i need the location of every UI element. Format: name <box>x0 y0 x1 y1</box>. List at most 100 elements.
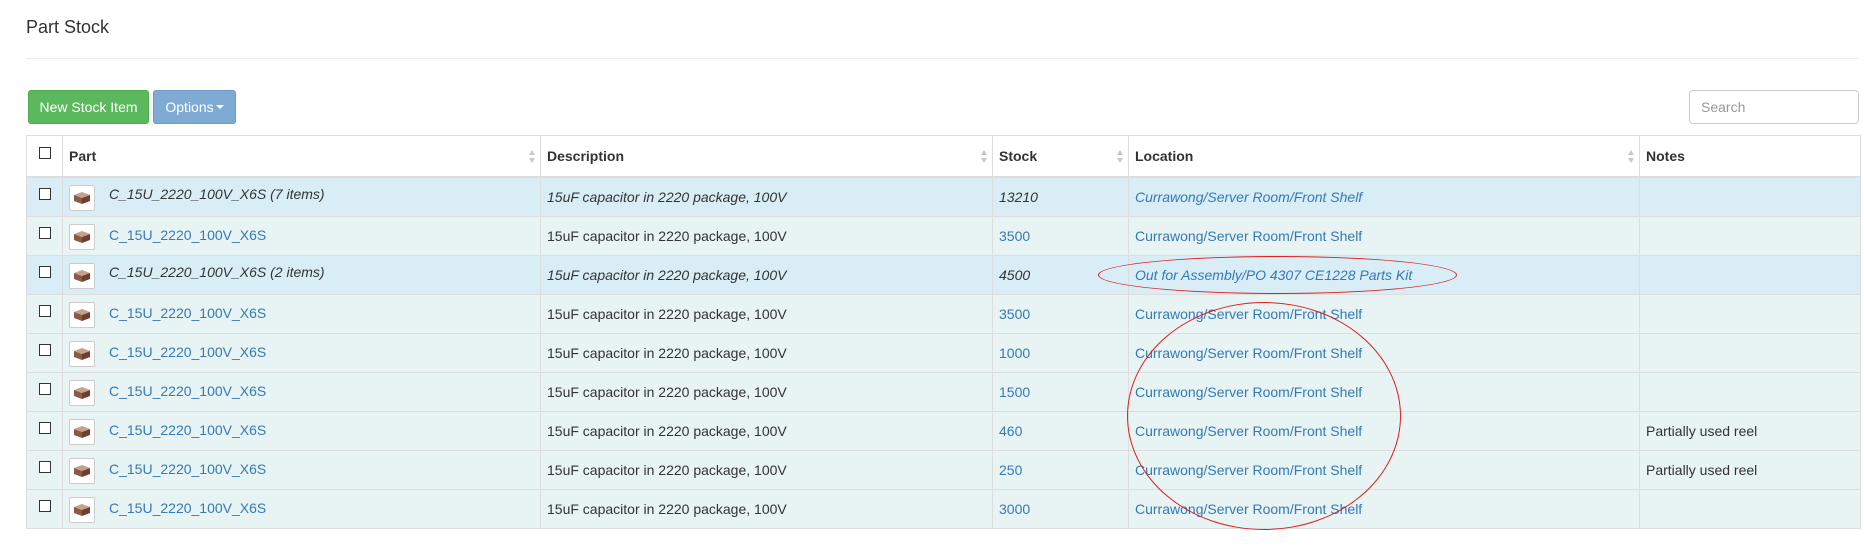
description-cell: 15uF capacitor in 2220 package, 100V <box>540 450 993 490</box>
description-cell: 15uF capacitor in 2220 package, 100V <box>540 255 993 295</box>
stock-cell: 1000 <box>992 333 1129 373</box>
part-cell: C_15U_2220_100V_X6S (7 items) <box>62 176 541 217</box>
stock-link[interactable]: 3500 <box>999 228 1030 244</box>
table-row: C_15U_2220_100V_X6S 15uF capacitor in 22… <box>26 489 1861 529</box>
part-cell: C_15U_2220_100V_X6S <box>62 333 541 373</box>
part-link[interactable]: C_15U_2220_100V_X6S <box>109 422 266 438</box>
table-row: C_15U_2220_100V_X6S 15uF capacitor in 22… <box>26 450 1861 490</box>
row-checkbox[interactable] <box>38 422 51 434</box>
column-label-stock: Stock <box>999 148 1038 164</box>
part-link[interactable]: C_15U_2220_100V_X6S <box>109 344 266 360</box>
row-checkbox[interactable] <box>38 344 51 356</box>
stock-table: Part Description Stock Location Notes C_… <box>26 135 1861 529</box>
table-row: C_15U_2220_100V_X6S 15uF capacitor in 22… <box>26 294 1861 334</box>
stock-link[interactable]: 3000 <box>999 501 1030 517</box>
row-select-cell <box>26 411 63 451</box>
notes-cell <box>1639 294 1861 334</box>
description-cell: 15uF capacitor in 2220 package, 100V <box>540 216 993 256</box>
column-label-notes: Notes <box>1646 148 1685 164</box>
row-checkbox[interactable] <box>38 500 51 512</box>
row-select-cell <box>26 255 63 295</box>
new-stock-item-label: New Stock Item <box>39 99 138 115</box>
description-text: 15uF capacitor in 2220 package, 100V <box>547 189 787 205</box>
stock-link[interactable]: 460 <box>999 423 1022 439</box>
column-header-part[interactable]: Part <box>62 135 541 178</box>
table-row: C_15U_2220_100V_X6S 15uF capacitor in 22… <box>26 411 1861 451</box>
select-all-checkbox[interactable] <box>38 147 51 159</box>
location-cell: Currawong/Server Room/Front Shelf <box>1128 372 1640 412</box>
stock-cell: 1500 <box>992 372 1129 412</box>
part-name: C_15U_2220_100V_X6S (7 items) <box>109 186 325 202</box>
part-thumbnail-icon <box>69 263 95 289</box>
stock-cell: 460 <box>992 411 1129 451</box>
description-cell: 15uF capacitor in 2220 package, 100V <box>540 294 993 334</box>
row-checkbox[interactable] <box>38 266 51 278</box>
location-cell: Out for Assembly/PO 4307 CE1228 Parts Ki… <box>1128 255 1640 295</box>
stock-link[interactable]: 1000 <box>999 345 1030 361</box>
stock-link[interactable]: 3500 <box>999 306 1030 322</box>
part-thumbnail-icon <box>69 497 95 523</box>
row-select-cell <box>26 294 63 334</box>
location-link[interactable]: Currawong/Server Room/Front Shelf <box>1135 501 1362 517</box>
location-link[interactable]: Out for Assembly/PO 4307 CE1228 Parts Ki… <box>1135 267 1412 283</box>
part-thumbnail-icon <box>69 185 95 211</box>
part-link[interactable]: C_15U_2220_100V_X6S <box>109 500 266 516</box>
row-select-cell <box>26 216 63 256</box>
part-link[interactable]: C_15U_2220_100V_X6S <box>109 305 266 321</box>
description-text: 15uF capacitor in 2220 package, 100V <box>547 228 787 244</box>
sort-icon <box>1628 150 1634 163</box>
part-link[interactable]: C_15U_2220_100V_X6S <box>109 383 266 399</box>
column-header-location[interactable]: Location <box>1128 135 1640 178</box>
table-row: C_15U_2220_100V_X6S 15uF capacitor in 22… <box>26 216 1861 256</box>
stock-link[interactable]: 250 <box>999 462 1022 478</box>
notes-cell <box>1639 372 1861 412</box>
notes-cell <box>1639 489 1861 529</box>
location-cell: Currawong/Server Room/Front Shelf <box>1128 294 1640 334</box>
row-checkbox[interactable] <box>38 227 51 239</box>
notes-cell <box>1639 255 1861 295</box>
part-link[interactable]: C_15U_2220_100V_X6S <box>109 227 266 243</box>
options-dropdown-button[interactable]: Options <box>153 90 236 124</box>
search-input[interactable] <box>1689 90 1859 124</box>
location-link[interactable]: Currawong/Server Room/Front Shelf <box>1135 228 1362 244</box>
part-thumbnail-icon <box>69 302 95 328</box>
part-thumbnail-icon <box>69 419 95 445</box>
location-link[interactable]: Currawong/Server Room/Front Shelf <box>1135 189 1362 205</box>
part-cell: C_15U_2220_100V_X6S <box>62 411 541 451</box>
description-cell: 15uF capacitor in 2220 package, 100V <box>540 489 993 529</box>
location-link[interactable]: Currawong/Server Room/Front Shelf <box>1135 384 1362 400</box>
row-select-cell <box>26 333 63 373</box>
location-cell: Currawong/Server Room/Front Shelf <box>1128 450 1640 490</box>
location-link[interactable]: Currawong/Server Room/Front Shelf <box>1135 306 1362 322</box>
description-text: 15uF capacitor in 2220 package, 100V <box>547 384 787 400</box>
part-cell: C_15U_2220_100V_X6S <box>62 294 541 334</box>
location-cell: Currawong/Server Room/Front Shelf <box>1128 216 1640 256</box>
column-header-notes: Notes <box>1639 135 1861 178</box>
notes-cell <box>1639 333 1861 373</box>
column-header-stock[interactable]: Stock <box>992 135 1129 178</box>
part-cell: C_15U_2220_100V_X6S <box>62 216 541 256</box>
location-cell: Currawong/Server Room/Front Shelf <box>1128 333 1640 373</box>
stock-link[interactable]: 1500 <box>999 384 1030 400</box>
new-stock-item-button[interactable]: New Stock Item <box>28 90 149 124</box>
description-text: 15uF capacitor in 2220 package, 100V <box>547 423 787 439</box>
row-checkbox[interactable] <box>38 383 51 395</box>
row-checkbox[interactable] <box>38 461 51 473</box>
row-checkbox[interactable] <box>38 305 51 317</box>
description-cell: 15uF capacitor in 2220 package, 100V <box>540 372 993 412</box>
location-link[interactable]: Currawong/Server Room/Front Shelf <box>1135 462 1362 478</box>
part-link[interactable]: C_15U_2220_100V_X6S <box>109 461 266 477</box>
part-thumbnail-icon <box>69 380 95 406</box>
description-cell: 15uF capacitor in 2220 package, 100V <box>540 333 993 373</box>
part-cell: C_15U_2220_100V_X6S <box>62 489 541 529</box>
sort-icon <box>1117 150 1123 163</box>
row-checkbox[interactable] <box>38 188 51 200</box>
location-link[interactable]: Currawong/Server Room/Front Shelf <box>1135 423 1362 439</box>
table-row: C_15U_2220_100V_X6S 15uF capacitor in 22… <box>26 372 1861 412</box>
column-header-description[interactable]: Description <box>540 135 993 178</box>
location-cell: Currawong/Server Room/Front Shelf <box>1128 176 1640 217</box>
location-link[interactable]: Currawong/Server Room/Front Shelf <box>1135 345 1362 361</box>
column-label-part: Part <box>69 148 97 164</box>
part-name: C_15U_2220_100V_X6S (2 items) <box>109 264 325 280</box>
stock-cell: 250 <box>992 450 1129 490</box>
